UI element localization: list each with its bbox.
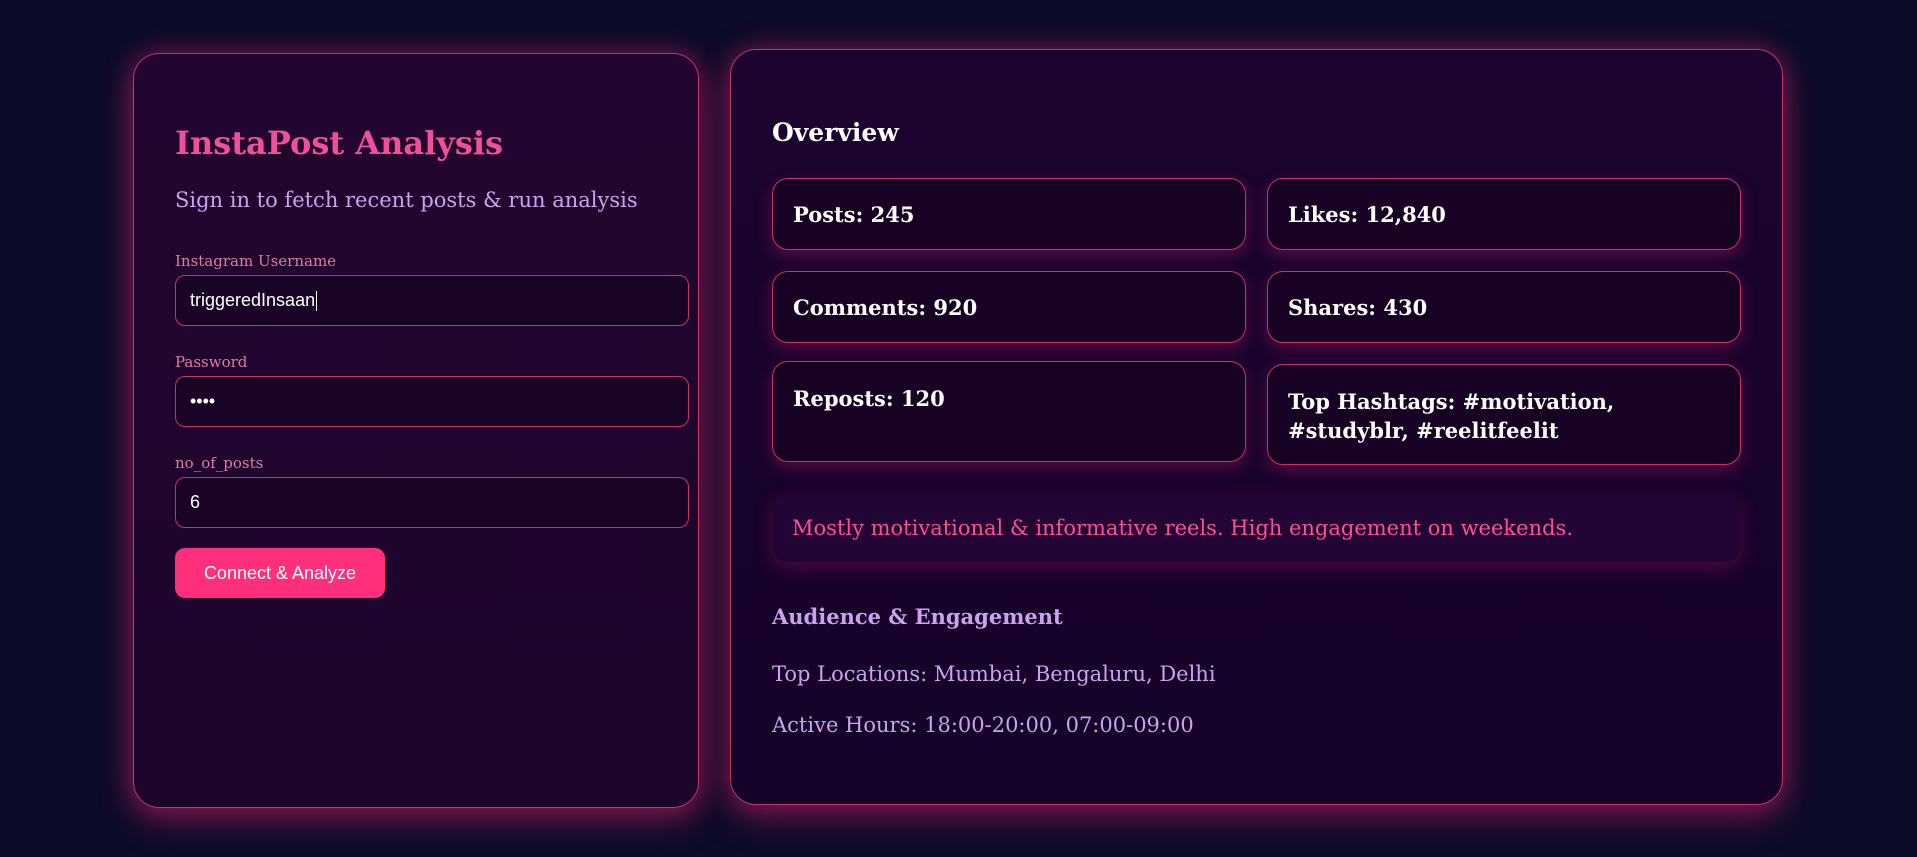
connect-analyze-button[interactable]: Connect & Analyze bbox=[175, 548, 385, 598]
audience-heading: Audience & Engagement bbox=[772, 604, 1063, 629]
top-locations: Top Locations: Mumbai, Bengaluru, Delhi bbox=[772, 662, 1216, 686]
stat-likes: Likes: 12,840 bbox=[1267, 178, 1741, 250]
password-input[interactable]: •••• bbox=[175, 376, 689, 427]
overview-panel: Overview Posts: 245 Likes: 12,840 Commen… bbox=[730, 49, 1783, 805]
stat-top-hashtags: Top Hashtags: #motivation, #studyblr, #r… bbox=[1267, 364, 1741, 465]
text-caret bbox=[316, 290, 318, 311]
content-summary: Mostly motivational & informative reels.… bbox=[772, 494, 1741, 562]
stat-shares: Shares: 430 bbox=[1267, 271, 1741, 343]
username-label: Instagram Username bbox=[175, 252, 337, 270]
stat-reposts: Reposts: 120 bbox=[772, 361, 1246, 462]
password-label: Password bbox=[175, 353, 248, 371]
stat-posts: Posts: 245 bbox=[772, 178, 1246, 250]
active-hours: Active Hours: 18:00-20:00, 07:00-09:00 bbox=[772, 713, 1194, 737]
posts-count-input[interactable]: 6 bbox=[175, 477, 689, 528]
app-title: InstaPost Analysis bbox=[175, 124, 504, 162]
username-value: triggeredInsaan bbox=[190, 290, 316, 310]
password-mask: •••• bbox=[190, 391, 216, 411]
overview-title: Overview bbox=[772, 118, 899, 147]
login-subtitle: Sign in to fetch recent posts & run anal… bbox=[175, 188, 638, 212]
posts-count-value: 6 bbox=[190, 492, 201, 512]
posts-count-label: no_of_posts bbox=[175, 454, 264, 472]
login-panel: InstaPost Analysis Sign in to fetch rece… bbox=[133, 53, 699, 808]
stat-comments: Comments: 920 bbox=[772, 271, 1246, 343]
username-input[interactable]: triggeredInsaan bbox=[175, 275, 689, 326]
